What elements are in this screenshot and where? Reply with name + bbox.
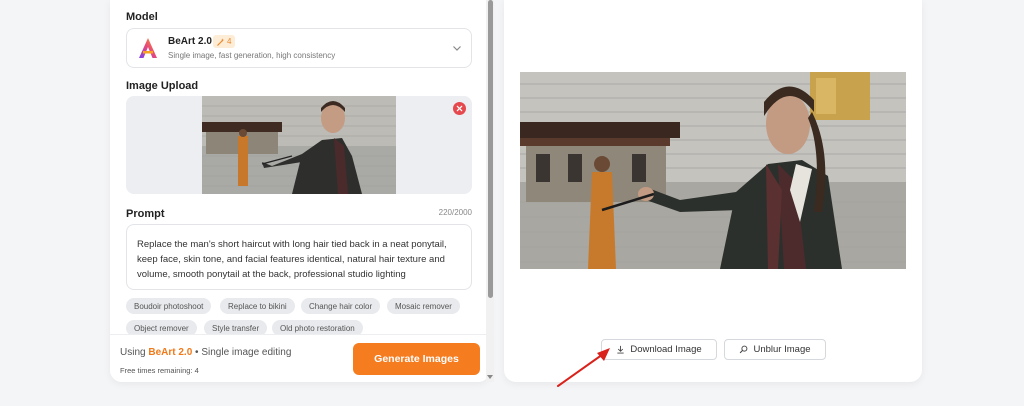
close-icon xyxy=(456,105,463,112)
edit-panel-scrollbar[interactable] xyxy=(486,0,494,382)
prompt-line: Replace the man's short haircut with lon… xyxy=(137,239,447,250)
edit-panel-scroll-area: Model BeArt 2.0 4 Single image, fast gen xyxy=(110,0,490,334)
prompt-line: volume, smooth ponytail at the back, pro… xyxy=(137,269,406,280)
generate-images-button[interactable]: Generate Images xyxy=(353,343,480,375)
free-times-remaining: Free times remaining: 4 xyxy=(120,366,199,375)
annotation-arrow xyxy=(557,348,610,387)
image-upload-area[interactable] xyxy=(126,96,472,194)
scrollbar-thumb[interactable] xyxy=(487,0,493,298)
download-icon xyxy=(617,345,624,354)
result-panel: Download Image Unblur Image xyxy=(504,0,922,382)
beart-logo-icon xyxy=(139,38,157,58)
chip-style-transfer[interactable]: Style transfer xyxy=(204,320,268,334)
edit-panel: Model BeArt 2.0 4 Single image, fast gen xyxy=(110,0,490,382)
chevron-down-icon xyxy=(453,46,461,51)
using-suffix: • Single image editing xyxy=(195,347,292,358)
prompt-textarea[interactable]: Replace the man's short haircut with lon… xyxy=(126,224,472,290)
unblur-image-label: Unblur Image xyxy=(753,344,811,355)
prompt-section-label: Prompt xyxy=(126,208,165,220)
model-section-label: Model xyxy=(126,11,158,23)
model-select[interactable]: BeArt 2.0 4 Single image, fast generatio… xyxy=(126,28,472,68)
magic-wand-icon xyxy=(217,37,225,46)
chip-replace-to-bikini[interactable]: Replace to bikini xyxy=(220,298,295,314)
using-model-text: Using BeArt 2.0 • Single image editing xyxy=(120,347,291,358)
chip-change-hair-color[interactable]: Change hair color xyxy=(301,298,381,314)
model-description: Single image, fast generation, high cons… xyxy=(168,51,336,60)
model-credit-count: 4 xyxy=(227,37,232,46)
model-credit-badge: 4 xyxy=(213,35,236,48)
using-model-name: BeArt 2.0 xyxy=(148,347,193,358)
unblur-image-button[interactable]: Unblur Image xyxy=(724,339,826,360)
chip-object-remover[interactable]: Object remover xyxy=(126,320,197,334)
download-image-label: Download Image xyxy=(630,344,702,355)
upload-section-label: Image Upload xyxy=(126,80,199,92)
prompt-character-count: 220/2000 xyxy=(438,208,472,217)
remove-image-button[interactable] xyxy=(453,102,466,115)
chip-boudoir-photoshoot[interactable]: Boudoir photoshoot xyxy=(126,298,212,314)
scroll-down-arrow-icon[interactable] xyxy=(487,375,493,380)
chip-old-photo-restoration[interactable]: Old photo restoration xyxy=(272,320,363,334)
prompt-line: keep face, skin tone, and facial feature… xyxy=(137,254,445,265)
chip-mosaic-remover[interactable]: Mosaic remover xyxy=(387,298,460,314)
model-name: BeArt 2.0 xyxy=(168,36,212,47)
magnifier-icon xyxy=(740,345,748,354)
uploaded-image-thumbnail xyxy=(202,96,396,194)
download-image-button[interactable]: Download Image xyxy=(601,339,717,360)
result-image xyxy=(520,72,906,269)
generate-footer: Using BeArt 2.0 • Single image editing F… xyxy=(110,334,490,382)
using-prefix: Using xyxy=(120,347,146,358)
